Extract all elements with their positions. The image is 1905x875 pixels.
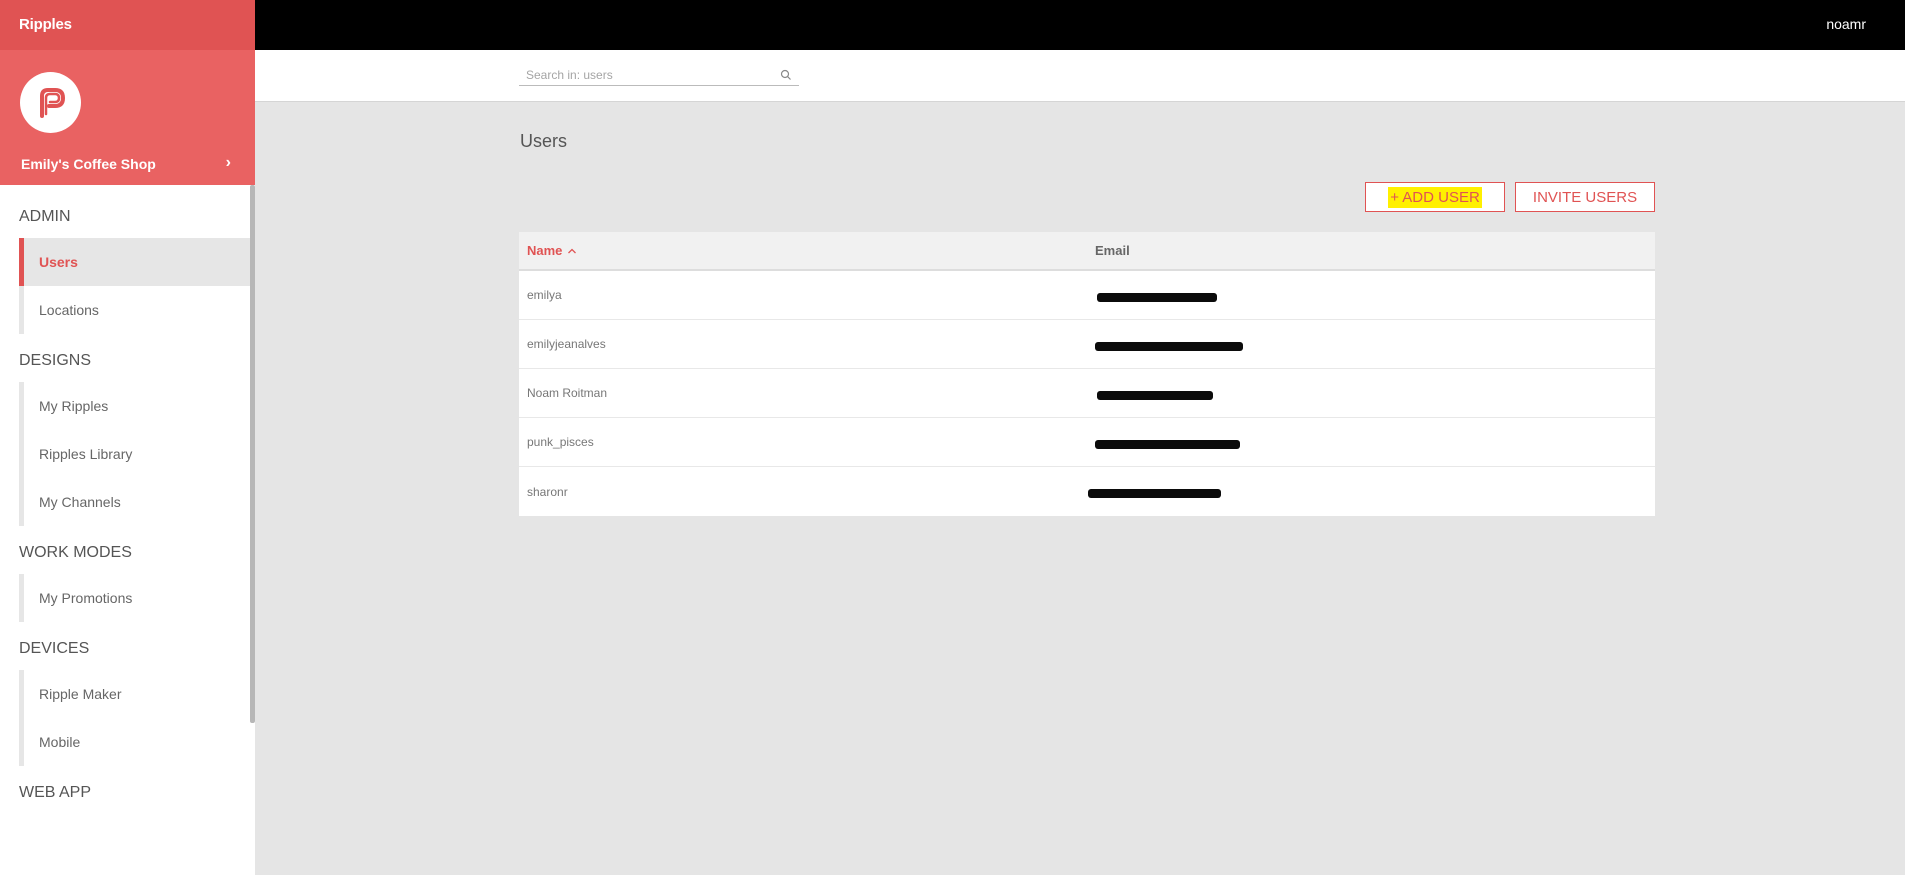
top-bar: noamr [255,0,1905,50]
add-user-button[interactable]: + ADD USER [1365,182,1505,212]
section-designs: My Ripples Ripples Library My Channels [19,382,250,526]
sidebar-item-my-channels[interactable]: My Channels [24,478,250,526]
sidebar-item-mobile[interactable]: Mobile [24,718,250,766]
table-row[interactable]: emilyjeanalves [519,320,1655,369]
sidebar-nav: ADMIN Users Locations DESIGNS My Ripples… [0,185,250,802]
ripples-logo [20,72,81,133]
section-admin: Users Locations [19,238,250,334]
table-row[interactable]: punk_pisces [519,418,1655,467]
sidebar-item-my-promotions[interactable]: My Promotions [24,574,250,622]
sidebar-scrollbar[interactable] [250,185,255,723]
user-name: Noam Roitman [527,386,608,400]
search-input[interactable] [519,66,769,84]
table-row[interactable]: emilya [519,271,1655,320]
search-icon[interactable] [779,68,793,82]
table-row[interactable]: sharonr [519,467,1655,516]
sort-ascending-icon [568,248,577,253]
column-header-name[interactable]: Name [519,243,1087,258]
invite-users-button[interactable]: INVITE USERS [1515,182,1655,212]
column-header-name-label: Name [527,243,563,258]
section-title-work-modes: WORK MODES [19,544,132,561]
brand-name[interactable]: Ripples [0,0,255,50]
section-title-web-app: WEB APP [19,784,92,801]
add-user-label: + ADD USER [1388,186,1482,208]
search-bar [255,50,1905,102]
sidebar-item-ripples-library[interactable]: Ripples Library [24,430,250,478]
user-name: emilya [527,288,562,302]
venue-name: Emily's Coffee Shop [21,156,156,172]
chevron-right-icon[interactable]: › [226,154,231,172]
table-header: Name Email [519,232,1655,271]
user-name: sharonr [527,484,568,499]
sidebar-item-my-ripples[interactable]: My Ripples [24,382,250,430]
venue-header[interactable]: Emily's Coffee Shop › [0,50,255,185]
sidebar: Ripples Emily's Coffee Shop › ADMIN User… [0,0,255,875]
search-field [519,66,799,86]
section-title-devices: DEVICES [19,640,90,657]
sidebar-item-ripple-maker[interactable]: Ripple Maker [24,670,250,718]
user-menu[interactable]: noamr [1826,16,1866,32]
column-header-email[interactable]: Email [1087,243,1130,258]
user-name: emilyjeanalves [527,337,606,351]
section-title-admin: ADMIN [19,208,71,225]
sidebar-item-users[interactable]: Users [19,238,250,286]
section-title-designs: DESIGNS [19,352,92,369]
section-devices: Ripple Maker Mobile [19,670,250,766]
sidebar-item-locations[interactable]: Locations [24,286,250,334]
page-title: Users [520,131,568,151]
section-work-modes: My Promotions [19,574,250,622]
table-row[interactable]: Noam Roitman [519,369,1655,418]
users-table: Name Email emilya emilyjeanalves Noam Ro… [519,232,1655,516]
user-name: punk_pisces [527,435,594,449]
